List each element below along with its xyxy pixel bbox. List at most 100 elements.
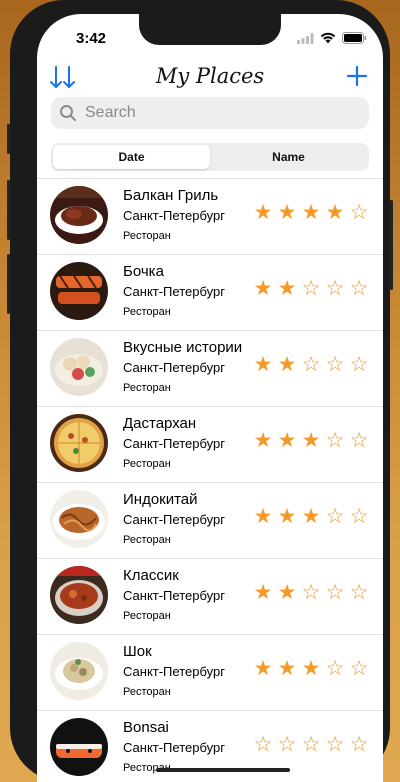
filled-star-icon: ★ xyxy=(253,581,273,604)
filled-star-icon: ★ xyxy=(253,429,273,452)
cellular-signal-icon xyxy=(297,32,314,44)
rating-stars: ★ ★ ☆ ☆ ☆ xyxy=(253,354,369,376)
filled-star-icon: ★ xyxy=(277,581,297,604)
place-name: Вкусные истории xyxy=(123,339,243,356)
place-city: Санкт-Петербург xyxy=(123,208,225,223)
place-city: Санкт-Петербург xyxy=(123,588,225,603)
rating-stars: ★ ★ ★ ☆ ☆ xyxy=(253,506,369,528)
place-photo xyxy=(50,186,108,244)
add-place-icon[interactable] xyxy=(345,64,369,88)
home-indicator[interactable] xyxy=(156,768,290,772)
place-name: Дастархан xyxy=(123,415,197,432)
place-row[interactable]: Балкан Гриль Санкт-Петербург Ресторан ★ ★ ★ ★ ☆ xyxy=(37,178,383,254)
filled-star-icon: ★ xyxy=(277,277,297,300)
place-name: Шок xyxy=(123,643,152,660)
filled-star-icon: ★ xyxy=(301,429,321,452)
empty-star-icon: ☆ xyxy=(325,733,345,756)
nav-title: My Places xyxy=(155,64,265,88)
mute-switch xyxy=(7,124,10,154)
place-city: Санкт-Петербург xyxy=(123,512,225,527)
filled-star-icon: ★ xyxy=(277,201,297,224)
rating-stars: ★ ★ ★ ☆ ☆ xyxy=(253,658,369,680)
place-name: Бочка xyxy=(123,263,164,280)
empty-star-icon: ☆ xyxy=(325,429,345,452)
search-bar[interactable] xyxy=(51,97,369,129)
segment-name[interactable]: Name xyxy=(210,145,367,169)
place-row[interactable]: Шок Санкт-Петербург Ресторан ★ ★ ★ ☆ ☆ xyxy=(37,634,383,710)
search-icon xyxy=(60,105,76,121)
place-type: Ресторан xyxy=(123,230,171,242)
place-row[interactable]: Индокитай Санкт-Петербург Ресторан ★ ★ ★ ☆ ☆ xyxy=(37,482,383,558)
empty-star-icon: ☆ xyxy=(301,353,321,376)
empty-star-icon: ☆ xyxy=(349,581,369,604)
empty-star-icon: ☆ xyxy=(349,353,369,376)
volume-up-button xyxy=(7,180,10,240)
place-row[interactable]: Классик Санкт-Петербург Ресторан ★ ★ ☆ ☆ ☆ xyxy=(37,558,383,634)
empty-star-icon: ☆ xyxy=(325,505,345,528)
place-type: Ресторан xyxy=(123,686,171,698)
place-row[interactable]: Дастархан Санкт-Петербург Ресторан ★ ★ ★ ☆ ☆ xyxy=(37,406,383,482)
rating-stars: ☆ ☆ ☆ ☆ ☆ xyxy=(253,734,369,756)
places-list: Балкан Гриль Санкт-Петербург Ресторан ★ ★ ★ ★ ☆… xyxy=(37,178,383,782)
filled-star-icon: ★ xyxy=(277,429,297,452)
place-row[interactable]: Бочка Санкт-Петербург Ресторан ★ ★ ☆ ☆ ☆ xyxy=(37,254,383,330)
filled-star-icon: ★ xyxy=(301,201,321,224)
segment-date[interactable]: Date xyxy=(53,145,210,169)
filled-star-icon: ★ xyxy=(301,505,321,528)
empty-star-icon: ☆ xyxy=(325,277,345,300)
status-time: 3:42 xyxy=(75,30,107,47)
place-photo xyxy=(50,718,108,776)
place-name: Индокитай xyxy=(123,491,198,508)
place-row[interactable]: Вкусные истории Санкт-Петербург Ресторан ★ ★… xyxy=(37,330,383,406)
place-type: Ресторан xyxy=(123,458,171,470)
filled-star-icon: ★ xyxy=(325,201,345,224)
empty-star-icon: ☆ xyxy=(349,657,369,680)
filled-star-icon: ★ xyxy=(253,201,273,224)
empty-star-icon: ☆ xyxy=(349,429,369,452)
volume-down-button xyxy=(7,254,10,314)
place-city: Санкт-Петербург xyxy=(123,740,225,755)
empty-star-icon: ☆ xyxy=(349,505,369,528)
rating-stars: ★ ★ ★ ☆ ☆ xyxy=(253,430,369,452)
filled-star-icon: ★ xyxy=(277,353,297,376)
place-city: Санкт-Петербург xyxy=(123,284,225,299)
app-screen: 3:42 My Places Search Date Name Балкан Г… xyxy=(37,14,383,782)
filled-star-icon: ★ xyxy=(253,657,273,680)
place-photo xyxy=(50,566,108,624)
phone-frame: 3:42 My Places Search Date Name Балкан Г… xyxy=(7,0,393,782)
empty-star-icon: ☆ xyxy=(277,733,297,756)
sort-segmented-control: Date Name xyxy=(51,143,369,171)
search-input[interactable] xyxy=(83,103,357,123)
place-photo xyxy=(50,490,108,548)
rating-stars: ★ ★ ★ ★ ☆ xyxy=(253,202,369,224)
filled-star-icon: ★ xyxy=(277,657,297,680)
power-button xyxy=(390,200,393,290)
filled-star-icon: ★ xyxy=(301,657,321,680)
place-name: Классик xyxy=(123,567,179,584)
wifi-icon xyxy=(320,32,336,44)
place-type: Ресторан xyxy=(123,534,171,546)
empty-star-icon: ☆ xyxy=(349,277,369,300)
filled-star-icon: ★ xyxy=(253,353,273,376)
place-photo xyxy=(50,262,108,320)
place-photo xyxy=(50,338,108,396)
place-type: Ресторан xyxy=(123,382,171,394)
place-name: Балкан Гриль xyxy=(123,187,219,204)
filled-star-icon: ★ xyxy=(253,505,273,528)
empty-star-icon: ☆ xyxy=(301,733,321,756)
notch xyxy=(139,14,281,45)
place-city: Санкт-Петербург xyxy=(123,436,225,451)
empty-star-icon: ☆ xyxy=(349,201,369,224)
place-name: Bonsai xyxy=(123,719,169,736)
status-icons xyxy=(297,32,367,44)
empty-star-icon: ☆ xyxy=(349,733,369,756)
empty-star-icon: ☆ xyxy=(325,657,345,680)
place-photo xyxy=(50,414,108,472)
place-type: Ресторан xyxy=(123,610,171,622)
place-photo xyxy=(50,642,108,700)
empty-star-icon: ☆ xyxy=(253,733,273,756)
place-type: Ресторан xyxy=(123,306,171,318)
place-city: Санкт-Петербург xyxy=(123,664,225,679)
place-city: Санкт-Петербург xyxy=(123,360,225,375)
empty-star-icon: ☆ xyxy=(325,353,345,376)
